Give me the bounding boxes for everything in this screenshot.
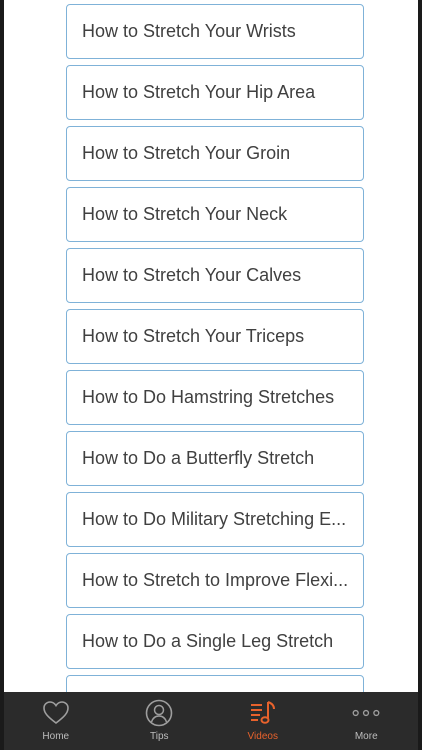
tab-label: Home	[42, 731, 70, 742]
list-item-label: How to Stretch Your Wrists	[82, 21, 296, 41]
person-icon	[144, 698, 174, 728]
app-frame: How to Stretch Your Wrists How to Stretc…	[0, 0, 422, 750]
tab-tips[interactable]: Tips	[108, 692, 212, 750]
tab-label: More	[354, 731, 378, 742]
heart-icon	[41, 698, 71, 728]
list-item[interactable]: How to Stretch Your Calves	[66, 248, 364, 303]
more-dots-icon	[351, 698, 381, 728]
list-item-label: How to Stretch Your Hip Area	[82, 82, 316, 102]
tab-more[interactable]: More	[315, 692, 419, 750]
music-list-icon	[248, 698, 278, 728]
list-item[interactable]: How to Stretch Your Hip Area	[66, 65, 364, 120]
list-item-label: How to Stretch to Improve Flexi...	[82, 570, 349, 590]
bottom-tab-bar: Home Tips Videos More	[4, 692, 418, 750]
list-item-label: How to Stretch Your Triceps	[82, 326, 305, 346]
list-item[interactable]: How to Do a Butterfly Stretch	[66, 431, 364, 486]
tab-home[interactable]: Home	[4, 692, 108, 750]
list-item-label: How to Do Military Stretching E...	[82, 509, 347, 529]
list-item[interactable]: How to Do a Single Leg Stretch	[66, 614, 364, 669]
list-item[interactable]: How to Stretch Your Neck	[66, 187, 364, 242]
list-item-label: How to Do Hamstring Stretches	[82, 387, 335, 407]
list-item[interactable]: How to Do Hamstring Stretches	[66, 370, 364, 425]
list-item[interactable]: How to Stretch Your Groin	[66, 126, 364, 181]
list-item[interactable]: How to Do Military Stretching E...	[66, 492, 364, 547]
list-item[interactable]	[66, 675, 364, 692]
list-item-label: How to Stretch Your Neck	[82, 204, 288, 224]
tab-label: Tips	[149, 731, 169, 742]
list-item-label: How to Do a Single Leg Stretch	[82, 631, 334, 651]
list-item-label: How to Stretch Your Calves	[82, 265, 302, 285]
list-item[interactable]: How to Stretch Your Triceps	[66, 309, 364, 364]
list-item-label: How to Stretch Your Groin	[82, 143, 291, 163]
tab-videos[interactable]: Videos	[211, 692, 315, 750]
list-item-label: How to Do a Butterfly Stretch	[82, 448, 315, 468]
video-list[interactable]: How to Stretch Your Wrists How to Stretc…	[4, 0, 418, 692]
list-item[interactable]: How to Stretch to Improve Flexi...	[66, 553, 364, 608]
tab-label: Videos	[247, 731, 278, 742]
list-item[interactable]: How to Stretch Your Wrists	[66, 4, 364, 59]
